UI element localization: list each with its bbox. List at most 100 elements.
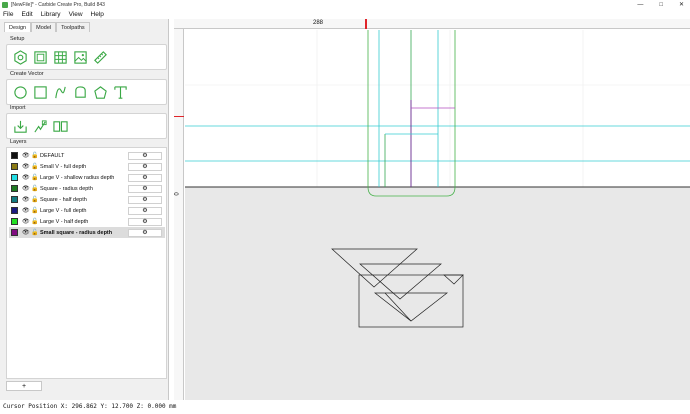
square-icon[interactable] [32,49,48,65]
ruler-cursor-marker [365,19,367,29]
curve-icon[interactable] [52,84,68,100]
layer-settings-gear-icon[interactable]: ⚙ [128,228,162,237]
rectangle-icon[interactable] [32,84,48,100]
visibility-eye-icon[interactable]: 👁 [22,152,30,159]
app-logo-icon [2,1,8,8]
layer-row-default[interactable]: 👁 🔓 DEFAULT ⚙ [9,150,165,161]
tab-model[interactable]: Model [31,22,57,32]
layer-name: DEFAULT [40,152,65,159]
lock-icon[interactable]: 🔓 [31,163,38,170]
polygon-shape-icon[interactable] [72,84,88,100]
visibility-eye-icon[interactable]: 👁 [22,163,30,170]
layer-color-swatch[interactable] [11,174,18,181]
menu-file[interactable]: File [3,11,13,18]
layer-color-swatch[interactable] [11,152,18,159]
add-layer-button[interactable]: + [6,381,42,391]
import-section [6,113,167,139]
lock-icon[interactable]: 🔓 [31,152,38,159]
create-vector-heading: Create Vector [10,71,44,77]
layer-settings-gear-icon[interactable]: ⚙ [128,162,162,171]
text-icon[interactable] [112,84,128,100]
layer-row-small-square-radius[interactable]: 👁 🔓 Small square - radius depth ⚙ [9,227,165,238]
workspace-background [185,187,690,400]
bit-outline-shape [367,30,456,197]
layers-list: 👁 🔓 DEFAULT ⚙ 👁 🔓 Small V - full depth ⚙… [6,147,167,379]
lock-icon[interactable]: 🔓 [31,218,38,225]
layer-color-swatch[interactable] [11,163,18,170]
layer-row-large-v-full[interactable]: 👁 🔓 Large V - full depth ⚙ [9,205,165,216]
title-bar: [NewFile]* - Carbide Create Pro, Build 8… [0,0,690,9]
layer-color-swatch[interactable] [11,218,18,225]
layer-color-swatch[interactable] [11,196,18,203]
menu-edit[interactable]: Edit [21,11,32,18]
visibility-eye-icon[interactable]: 👁 [22,207,30,214]
left-ruler: 0 [174,29,184,400]
design-canvas[interactable]: 288 0 [174,19,690,400]
layer-row-square-half[interactable]: 👁 🔓 Square - half depth ⚙ [9,194,165,205]
top-ruler-label: 288 [313,20,324,26]
layers-heading: Layers [10,139,27,145]
tab-bar: Design Model Toolpaths [4,22,90,32]
lock-icon[interactable]: 🔓 [31,174,38,181]
top-ruler: 288 [174,19,690,29]
canvas-drawing [185,30,690,400]
ruler-icon[interactable] [92,49,108,65]
tab-toolpaths[interactable]: Toolpaths [56,22,90,32]
grid-icon[interactable] [52,49,68,65]
layer-name: Large V - shallow radius depth [40,174,115,181]
menu-view[interactable]: View [69,11,83,18]
lock-icon[interactable]: 🔓 [31,196,38,203]
book-library-icon[interactable] [52,118,68,134]
ruler-cursor-marker-vertical [174,116,184,117]
pentagon-icon[interactable] [92,84,108,100]
layer-settings-gear-icon[interactable]: ⚙ [128,173,162,182]
layer-settings-gear-icon[interactable]: ⚙ [128,217,162,226]
window-title: [NewFile]* - Carbide Create Pro, Build 8… [11,1,105,8]
layer-name: Large V - full depth [40,207,87,214]
lock-icon[interactable]: 🔓 [31,185,38,192]
image-icon[interactable] [72,49,88,65]
close-button[interactable]: ✕ [679,1,684,8]
layer-settings-gear-icon[interactable]: ⚙ [128,151,162,160]
visibility-eye-icon[interactable]: 👁 [22,218,30,225]
left-panel: Design Model Toolpaths Setup Create Vect… [0,19,169,400]
status-bar: Cursor Position X: 296.862 Y: 12.700 Z: … [0,400,690,414]
layer-row-square-radius[interactable]: 👁 🔓 Square - radius depth ⚙ [9,183,165,194]
lock-icon[interactable]: 🔓 [31,229,38,236]
lock-icon[interactable]: 🔓 [31,207,38,214]
layer-row-small-v-full[interactable]: 👁 🔓 Small V - full depth ⚙ [9,161,165,172]
visibility-eye-icon[interactable]: 👁 [22,229,30,236]
minimize-button[interactable]: — [637,2,643,8]
menu-help[interactable]: Help [91,11,104,18]
layer-name: Square - radius depth [40,185,93,192]
layer-row-large-v-shallow[interactable]: 👁 🔓 Large V - shallow radius depth ⚙ [9,172,165,183]
tab-design[interactable]: Design [4,22,32,32]
settings-gear-icon[interactable] [12,49,28,65]
layer-settings-gear-icon[interactable]: ⚙ [128,184,162,193]
left-ruler-label: 0 [174,192,181,196]
visibility-eye-icon[interactable]: 👁 [22,185,30,192]
menu-bar: File Edit Library View Help [0,9,690,19]
maximize-button[interactable]: □ [659,2,663,8]
circle-icon[interactable] [12,84,28,100]
layer-color-swatch[interactable] [11,185,18,192]
layer-color-swatch[interactable] [11,207,18,214]
visibility-eye-icon[interactable]: 👁 [22,174,30,181]
layer-name: Square - half depth [40,196,87,203]
layer-settings-gear-icon[interactable]: ⚙ [128,206,162,215]
layer-name: Small V - full depth [40,163,87,170]
setup-heading: Setup [10,36,25,42]
setup-section [6,44,167,70]
import-heading: Import [10,105,26,111]
visibility-eye-icon[interactable]: 👁 [22,196,30,203]
import-vector-icon[interactable] [32,118,48,134]
layer-color-swatch[interactable] [11,229,18,236]
layer-name: Small square - radius depth [40,229,113,236]
layer-row-large-v-half[interactable]: 👁 🔓 Large V - half depth ⚙ [9,216,165,227]
layer-settings-gear-icon[interactable]: ⚙ [128,195,162,204]
layer-name: Large V - half depth [40,218,89,225]
grid-lines [185,30,690,187]
import-icon[interactable] [12,118,28,134]
menu-library[interactable]: Library [41,11,61,18]
create-vector-section [6,79,167,105]
